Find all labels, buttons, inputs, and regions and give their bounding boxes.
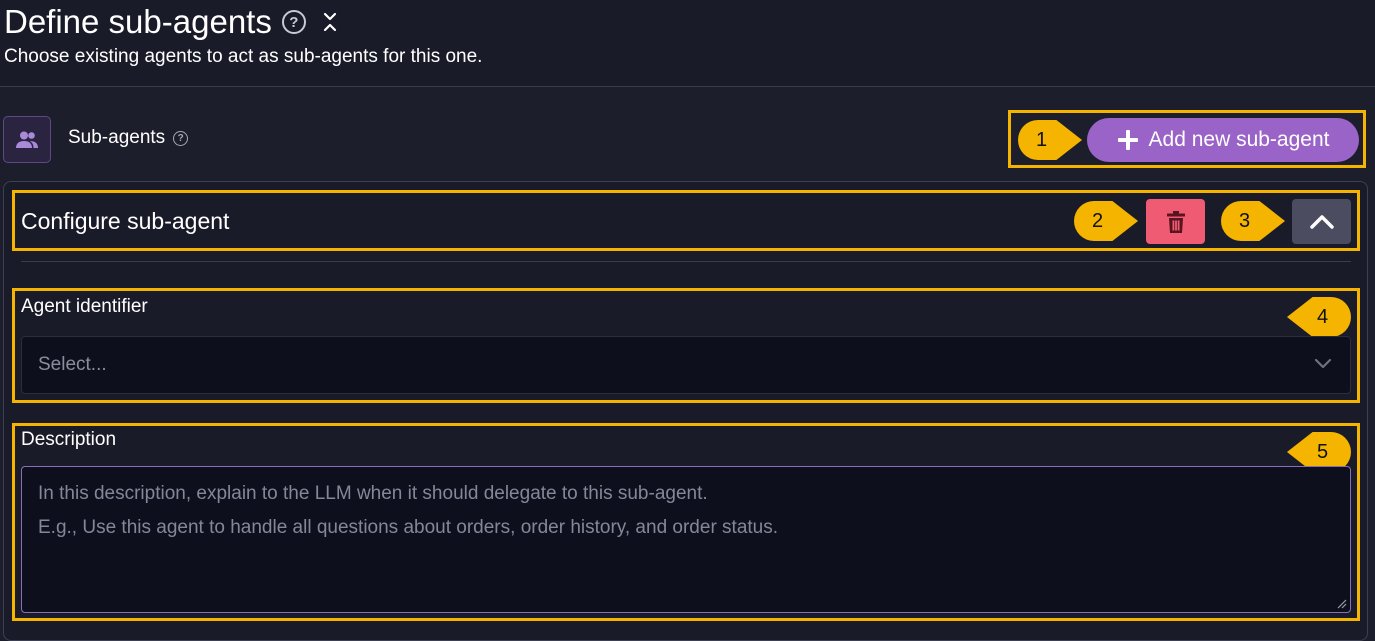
page-subtitle: Choose existing agents to act as sub-age…: [4, 46, 483, 67]
card-title: Configure sub-agent: [21, 208, 230, 234]
users-icon: [3, 116, 51, 163]
collapse-icon[interactable]: [320, 10, 340, 34]
add-button-label: Add new sub-agent: [1148, 128, 1330, 151]
chevron-down-icon: [1314, 358, 1332, 369]
description-placeholder-line-2: E.g., Use this agent to handle all quest…: [38, 517, 779, 538]
agent-identifier-placeholder: Select...: [38, 354, 107, 375]
trash-icon: [1166, 210, 1185, 233]
resize-handle-icon[interactable]: [1337, 599, 1347, 609]
plus-icon: [1117, 130, 1138, 150]
card-divider: [21, 261, 1351, 262]
delete-sub-agent-button[interactable]: [1146, 199, 1205, 244]
section-label: Sub-agents ?: [68, 127, 189, 149]
agent-identifier-label: Agent identifier: [21, 296, 148, 317]
agent-identifier-select[interactable]: Select...: [21, 336, 1351, 394]
chevron-up-icon: [1309, 214, 1334, 229]
help-circle-icon[interactable]: ?: [281, 10, 306, 34]
help-circle-icon[interactable]: ?: [173, 130, 189, 146]
description-placeholder-line-1: In this description, explain to the LLM …: [38, 483, 708, 504]
description-label: Description: [21, 429, 117, 450]
title-row: Define sub-agents ?: [4, 2, 340, 42]
section-label-text: Sub-agents: [68, 127, 166, 148]
page-title: Define sub-agents: [4, 3, 272, 40]
page-header: Define sub-agents ? Choose existing agen…: [0, 0, 1375, 87]
add-new-sub-agent-button[interactable]: Add new sub-agent: [1087, 118, 1359, 162]
collapse-card-button[interactable]: [1292, 199, 1351, 244]
description-textarea[interactable]: In this description, explain to the LLM …: [21, 466, 1351, 613]
